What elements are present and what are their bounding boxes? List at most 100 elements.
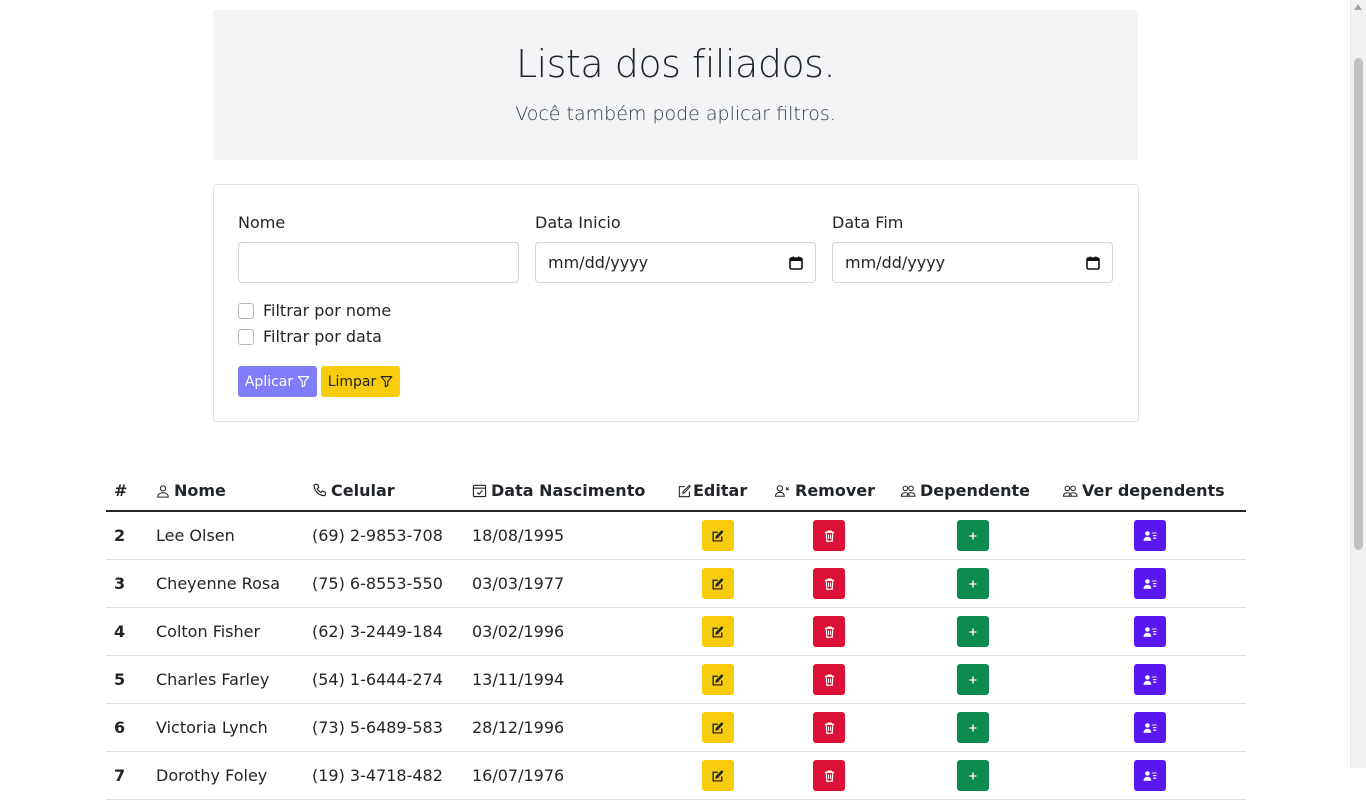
plus-icon: [969, 628, 977, 635]
table-row: 2 Lee Olsen (69) 2-9853-708 18/08/1995: [106, 511, 1246, 560]
edit-cell: [670, 511, 766, 560]
plus-icon: [969, 772, 977, 779]
name-input[interactable]: [238, 242, 519, 283]
members-table: # Nome Celular Data Nascimento Editar Re…: [106, 470, 1246, 800]
filter-by-date-row: Filtrar por data: [238, 327, 382, 346]
plus-icon: [969, 580, 977, 587]
header-phone: Celular: [304, 470, 464, 512]
add-dependent-button[interactable]: [957, 760, 989, 791]
filter-by-date-label: Filtrar por data: [263, 327, 382, 346]
remove-cell: [766, 559, 892, 608]
scroll-up-arrow-icon[interactable]: [1354, 4, 1362, 10]
remove-cell: [766, 655, 892, 704]
row-number: 2: [106, 511, 148, 560]
view-dependents-cell: [1054, 607, 1246, 656]
member-name: Cheyenne Rosa: [148, 559, 304, 608]
pencil-square-icon: [712, 577, 724, 590]
edit-cell: [670, 703, 766, 752]
member-birth-date: 13/11/1994: [464, 655, 670, 704]
pencil-square-icon: [712, 673, 724, 686]
add-dependent-button[interactable]: [957, 616, 989, 647]
view-dependents-button[interactable]: [1134, 712, 1166, 743]
apply-button[interactable]: Aplicar: [238, 366, 317, 397]
table-row: 3 Cheyenne Rosa (75) 6-8553-550 03/03/1977: [106, 559, 1246, 608]
member-birth-date: 18/08/1995: [464, 511, 670, 560]
date-start-field-group: Data Inicio mm/dd/yyyy: [535, 213, 816, 283]
trash-icon: [824, 770, 834, 782]
edit-button[interactable]: [702, 760, 734, 791]
header-dependent: Dependente: [892, 470, 1054, 512]
date-start-input[interactable]: mm/dd/yyyy: [535, 242, 816, 283]
header-remove: Remover: [766, 470, 892, 512]
table-row: 5 Charles Farley (54) 1-6444-274 13/11/1994: [106, 655, 1246, 704]
page-subtitle: Você também pode aplicar filtros.: [515, 103, 836, 125]
person-lines-icon: [1143, 626, 1157, 637]
view-dependents-cell: [1054, 511, 1246, 560]
member-name: Victoria Lynch: [148, 703, 304, 752]
filter-by-name-checkbox[interactable]: [238, 302, 254, 319]
filter-by-name-label: Filtrar por nome: [263, 301, 392, 320]
remove-cell: [766, 511, 892, 560]
view-dependents-button[interactable]: [1134, 520, 1166, 551]
page-header: Lista dos filiados. Você também pode apl…: [213, 10, 1138, 160]
pencil-square-icon: [712, 529, 724, 542]
member-name: Colton Fisher: [148, 607, 304, 656]
remove-button[interactable]: [813, 760, 845, 791]
trash-icon: [824, 578, 834, 590]
member-name: Dorothy Foley: [148, 751, 304, 800]
edit-button[interactable]: [702, 520, 734, 551]
member-phone: (19) 3-4718-482: [304, 751, 464, 800]
plus-icon: [969, 676, 977, 683]
scrollbar-thumb[interactable]: [1354, 58, 1363, 550]
edit-button[interactable]: [702, 616, 734, 647]
calendar-check-icon: [472, 484, 487, 497]
table-row: 6 Victoria Lynch (73) 5-6489-583 28/12/1996: [106, 703, 1246, 752]
view-dependents-button[interactable]: [1134, 616, 1166, 647]
remove-button[interactable]: [813, 664, 845, 695]
view-dependents-button[interactable]: [1134, 568, 1166, 599]
view-dependents-button[interactable]: [1134, 760, 1166, 791]
remove-button[interactable]: [813, 568, 845, 599]
filter-by-date-checkbox[interactable]: [238, 328, 254, 345]
edit-button[interactable]: [702, 712, 734, 743]
plus-icon: [969, 532, 977, 539]
remove-button[interactable]: [813, 712, 845, 743]
pencil-square-icon: [712, 721, 724, 734]
filter-by-name-row: Filtrar por nome: [238, 301, 391, 320]
member-name: Charles Farley: [148, 655, 304, 704]
add-dependent-button[interactable]: [957, 664, 989, 695]
member-phone: (73) 5-6489-583: [304, 703, 464, 752]
clear-label: Limpar: [327, 373, 377, 390]
header-edit: Editar: [670, 470, 766, 512]
member-phone: (54) 1-6444-274: [304, 655, 464, 704]
add-dependent-button[interactable]: [957, 568, 989, 599]
dependent-cell: [892, 559, 1054, 608]
member-birth-date: 16/07/1976: [464, 751, 670, 800]
add-dependent-button[interactable]: [957, 520, 989, 551]
funnel-icon: [380, 376, 393, 388]
row-number: 4: [106, 607, 148, 656]
person-lines-icon: [1143, 530, 1157, 541]
pencil-square-icon: [678, 484, 691, 497]
date-start-value: mm/dd/yyyy: [548, 253, 649, 272]
telephone-icon: [313, 483, 326, 496]
clear-button[interactable]: Limpar: [321, 366, 400, 397]
remove-button[interactable]: [813, 616, 845, 647]
edit-button[interactable]: [702, 568, 734, 599]
calendar-icon[interactable]: [1086, 256, 1100, 270]
person-lines-icon: [1143, 770, 1157, 781]
edit-cell: [670, 559, 766, 608]
table-row: 7 Dorothy Foley (19) 3-4718-482 16/07/1976: [106, 751, 1246, 800]
date-end-input[interactable]: mm/dd/yyyy: [832, 242, 1113, 283]
scrollbar[interactable]: [1350, 0, 1366, 768]
page-title: Lista dos filiados.: [515, 42, 836, 86]
remove-button[interactable]: [813, 520, 845, 551]
remove-cell: [766, 607, 892, 656]
edit-button[interactable]: [702, 664, 734, 695]
member-name: Lee Olsen: [148, 511, 304, 560]
add-dependent-button[interactable]: [957, 712, 989, 743]
trash-icon: [824, 722, 834, 734]
calendar-icon[interactable]: [789, 256, 803, 270]
row-number: 6: [106, 703, 148, 752]
view-dependents-button[interactable]: [1134, 664, 1166, 695]
